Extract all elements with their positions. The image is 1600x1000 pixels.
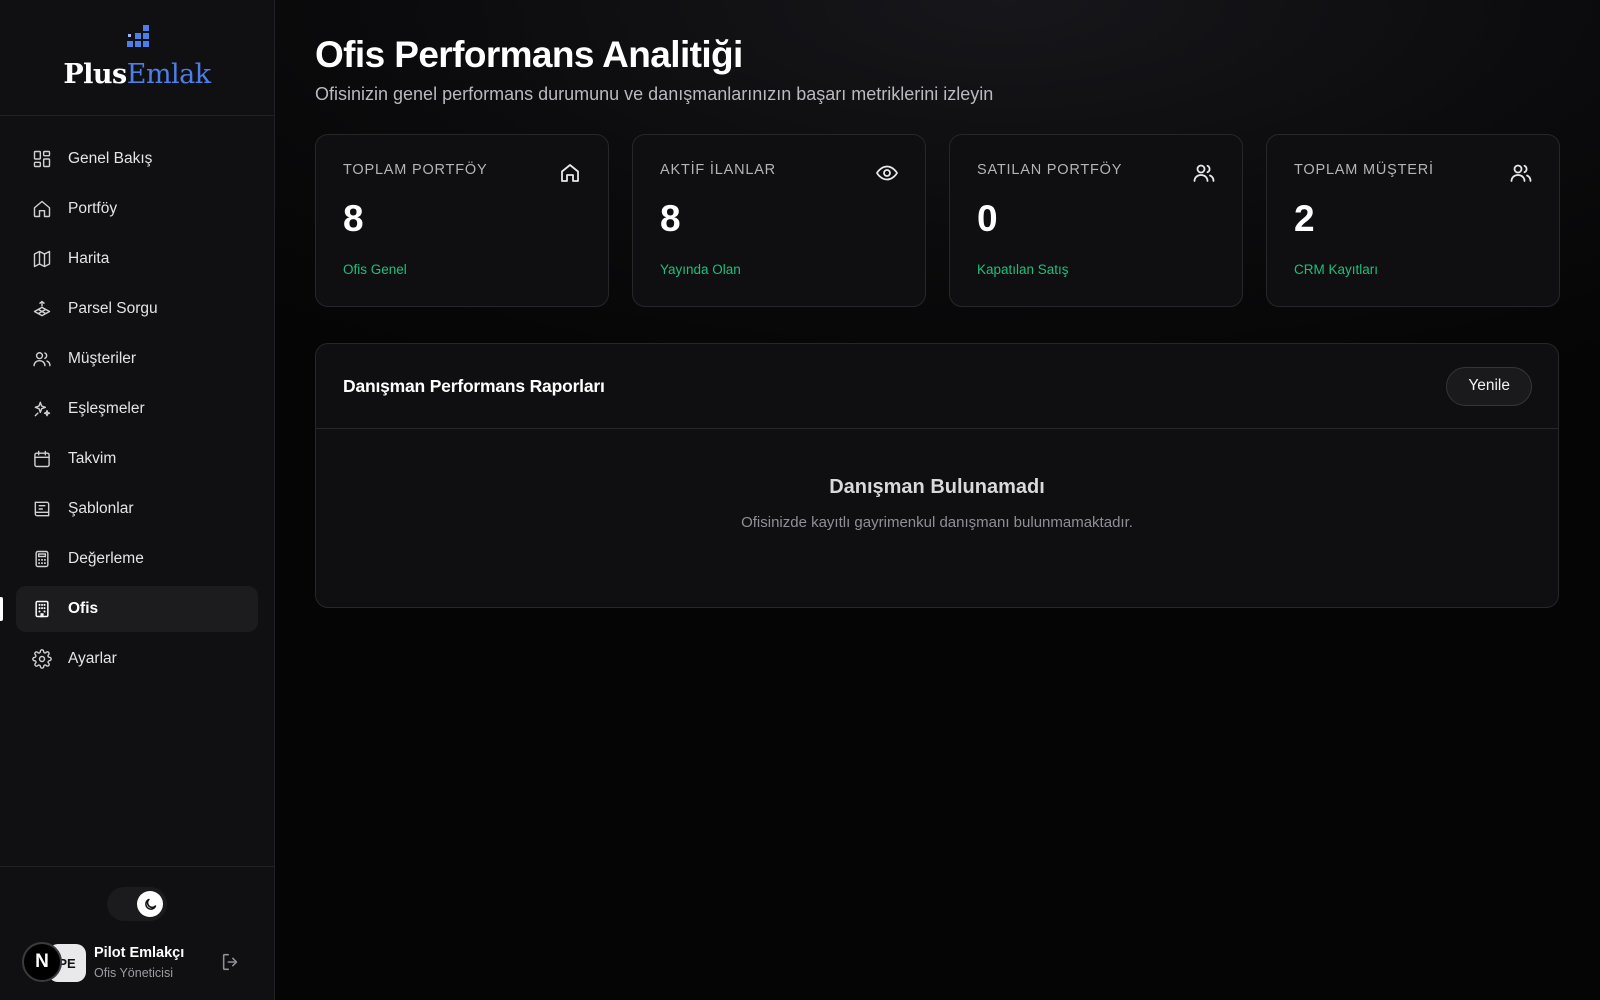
user-info: Pilot Emlakçı Ofis Yöneticisi xyxy=(94,945,202,980)
advisor-performance-panel: Danışman Performans Raporları Yenile Dan… xyxy=(315,343,1559,608)
stat-sub: CRM Kayıtları xyxy=(1294,262,1379,277)
stat-sub: Kapatılan Satış xyxy=(977,262,1069,277)
sidebar-item-label: Müşteriler xyxy=(68,350,137,367)
user-role: Ofis Yöneticisi xyxy=(94,965,173,980)
page-subtitle: Ofisinizin genel performans durumunu ve … xyxy=(315,84,994,104)
sidebar-item-parsel-sorgu[interactable]: Parsel Sorgu xyxy=(16,286,258,332)
logo-mark-icon xyxy=(127,25,149,47)
stat-card-total-customers: TOPLAM MÜŞTERİ 2 CRM Kayıtları xyxy=(1266,134,1560,307)
empty-state-title: Danışman Bulunamadı xyxy=(829,476,1045,498)
avatar-group: PE N xyxy=(22,940,88,984)
users-icon xyxy=(1509,161,1533,185)
page-title: Ofis Performans Analitiği xyxy=(315,34,743,75)
eye-icon xyxy=(875,161,899,185)
map-icon xyxy=(32,249,52,269)
sidebar-item-label: Portföy xyxy=(68,200,118,217)
sidebar-item-label: Şablonlar xyxy=(68,500,134,517)
parcel-icon xyxy=(32,299,52,319)
sidebar-item-label: Ayarlar xyxy=(68,650,117,667)
stat-card-total-portfolio: TOPLAM PORTFÖY 8 Ofis Genel xyxy=(315,134,609,307)
sidebar-item-musteriler[interactable]: Müşteriler xyxy=(16,336,258,382)
theme-toggle[interactable] xyxy=(107,887,167,921)
main-content: Ofis Performans Analitiği Ofisinizin gen… xyxy=(275,0,1600,1000)
sidebar-item-harita[interactable]: Harita xyxy=(16,236,258,282)
brand-name-emlak: Emlak xyxy=(126,59,211,90)
calendar-icon xyxy=(32,449,52,469)
building-icon xyxy=(32,599,52,619)
stat-card-active-listings: AKTİF İLANLAR 8 Yayında Olan xyxy=(632,134,926,307)
brand-name-plus: Plus xyxy=(63,59,127,90)
sidebar: PlusEmlak Genel Bakış Portföy Harita Par… xyxy=(0,0,275,1000)
stats-row: TOPLAM PORTFÖY 8 Ofis Genel AKTİF İLANLA… xyxy=(315,134,1560,307)
sidebar-item-label: Parsel Sorgu xyxy=(68,300,158,317)
logout-icon[interactable] xyxy=(220,951,242,973)
user-profile: PE N Pilot Emlakçı Ofis Yöneticisi xyxy=(22,937,260,987)
sparkles-icon xyxy=(32,399,52,419)
stat-value: 8 xyxy=(343,198,364,239)
sidebar-item-label: Değerleme xyxy=(68,550,144,567)
sidebar-footer: PE N Pilot Emlakçı Ofis Yöneticisi xyxy=(0,866,274,1000)
home-icon xyxy=(32,199,52,219)
active-indicator xyxy=(0,597,3,621)
sidebar-item-sablonlar[interactable]: Şablonlar xyxy=(16,486,258,532)
stat-card-sold-portfolio: SATILAN PORTFÖY 0 Kapatılan Satış xyxy=(949,134,1243,307)
stat-value: 0 xyxy=(977,198,998,239)
sidebar-item-degerleme[interactable]: Değerleme xyxy=(16,536,258,582)
panel-header: Danışman Performans Raporları Yenile xyxy=(316,344,1558,429)
users-icon xyxy=(1192,161,1216,185)
empty-state-description: Ofisinizde kayıtlı gayrimenkul danışmanı… xyxy=(741,514,1133,531)
stat-label: TOPLAM PORTFÖY xyxy=(343,162,488,178)
sidebar-item-ayarlar[interactable]: Ayarlar xyxy=(16,636,258,682)
stat-label: SATILAN PORTFÖY xyxy=(977,162,1123,178)
stat-value: 8 xyxy=(660,198,681,239)
sidebar-item-label: Takvim xyxy=(68,450,117,467)
sidebar-item-ofis[interactable]: Ofis xyxy=(0,586,258,632)
sidebar-item-portfoy[interactable]: Portföy xyxy=(16,186,258,232)
sidebar-item-label: Eşleşmeler xyxy=(68,400,145,417)
dashboard-icon xyxy=(32,149,52,169)
users-icon xyxy=(32,349,52,369)
panel-title: Danışman Performans Raporları xyxy=(343,375,605,396)
app-root: PlusEmlak Genel Bakış Portföy Harita Par… xyxy=(0,0,1600,1000)
template-icon xyxy=(32,499,52,519)
home-icon xyxy=(558,161,582,185)
stat-value: 2 xyxy=(1294,198,1315,239)
stat-label: TOPLAM MÜŞTERİ xyxy=(1294,162,1434,178)
sidebar-item-genel-bakis[interactable]: Genel Bakış xyxy=(16,136,258,182)
sidebar-nav: Genel Bakış Portföy Harita Parsel Sorgu xyxy=(0,116,274,682)
moon-icon xyxy=(137,891,163,917)
brand-name: PlusEmlak xyxy=(63,59,211,90)
sidebar-item-eslesmeler[interactable]: Eşleşmeler xyxy=(16,386,258,432)
sidebar-item-label: Ofis xyxy=(68,600,99,617)
empty-state: Danışman Bulunamadı Ofisinizde kayıtlı g… xyxy=(316,429,1558,531)
user-name: Pilot Emlakçı xyxy=(94,944,185,961)
dev-badge-icon[interactable]: N xyxy=(22,942,62,982)
brand-logo[interactable]: PlusEmlak xyxy=(0,0,274,116)
stat-label: AKTİF İLANLAR xyxy=(660,162,776,178)
sidebar-item-takvim[interactable]: Takvim xyxy=(16,436,258,482)
calculator-icon xyxy=(32,549,52,569)
sidebar-item-label: Genel Bakış xyxy=(68,150,153,167)
stat-sub: Ofis Genel xyxy=(343,262,407,277)
refresh-button[interactable]: Yenile xyxy=(1446,366,1532,406)
settings-icon xyxy=(32,649,52,669)
sidebar-item-label: Harita xyxy=(68,250,110,267)
stat-sub: Yayında Olan xyxy=(660,262,741,277)
